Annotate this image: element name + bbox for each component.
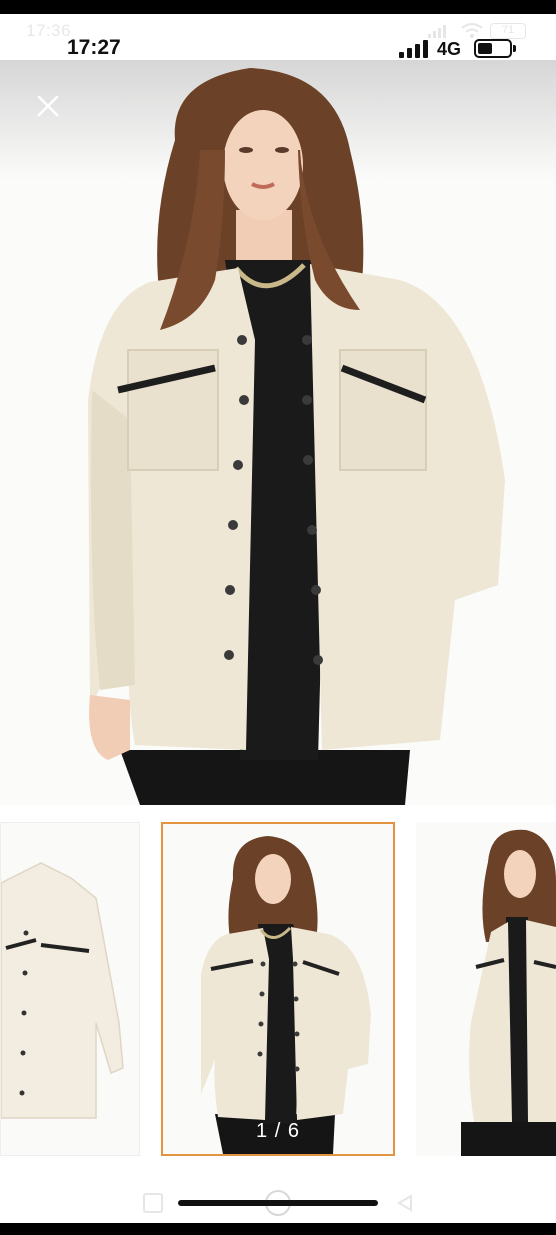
- flat-lay-image: [1, 862, 124, 1119]
- battery-tip: [513, 45, 516, 52]
- outer-battery-level: 71: [501, 24, 515, 36]
- close-icon: [37, 95, 59, 117]
- network-type: 4G: [437, 39, 462, 59]
- top-black-bar: [0, 0, 556, 14]
- outer-wifi-icon: [461, 23, 483, 38]
- outer-battery-icon: 71: [490, 23, 526, 39]
- thumbnail-front-view[interactable]: [161, 822, 395, 1156]
- recents-icon[interactable]: [143, 1193, 163, 1213]
- back-icon[interactable]: [395, 1193, 415, 1213]
- side-view-image: [461, 829, 556, 1156]
- screen: 17:36 71 17:27 4G 1 / 6: [0, 0, 556, 1235]
- front-view-image: [201, 836, 371, 1154]
- signal-icon: [399, 40, 429, 58]
- system-nav-bar: [0, 1178, 556, 1223]
- model-photo: [0, 60, 556, 805]
- thumbnail-strip: [0, 822, 556, 1156]
- bottom-black-bar: [0, 1223, 556, 1235]
- thumbnail-flat-lay[interactable]: [0, 822, 140, 1156]
- status-clock: 17:27: [67, 36, 121, 59]
- outer-clock: 17:36: [26, 21, 72, 40]
- home-bar-icon[interactable]: [178, 1200, 378, 1206]
- close-button[interactable]: [30, 88, 66, 124]
- product-main-image[interactable]: [0, 60, 556, 805]
- outer-signal-icon: [428, 25, 446, 38]
- battery-icon: [474, 39, 512, 58]
- image-counter: 1 / 6: [256, 1120, 300, 1142]
- thumbnail-side-view[interactable]: [416, 822, 556, 1156]
